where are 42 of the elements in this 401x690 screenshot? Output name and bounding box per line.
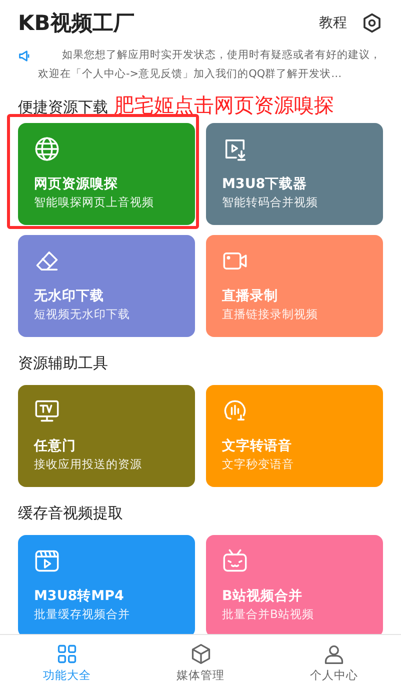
- card-title: 任意门: [34, 437, 76, 455]
- notice-text: 如果您想了解应用时实开发状态，使用时有疑惑或者有好的建议，欢迎在「个人中心->意见反馈」加入我们的QQ群了解开发状…: [38, 48, 382, 82]
- tutorial-link[interactable]: 教程: [319, 14, 347, 32]
- cube-icon: [190, 642, 212, 665]
- nav-tab[interactable]: 媒体管理: [134, 635, 268, 690]
- card-subtitle: 接收应用投送的资源: [34, 456, 142, 473]
- tv-face-icon: [222, 548, 248, 574]
- nav-tab[interactable]: 功能大全: [0, 635, 134, 690]
- globe-icon: [34, 136, 60, 162]
- feature-card[interactable]: 无水印下载 短视频无水印下载: [18, 235, 195, 337]
- feature-card[interactable]: 文字转语音 文字秒变语音: [206, 385, 383, 487]
- card-subtitle: 智能嗅探网页上音视频: [34, 194, 154, 211]
- card-subtitle: 智能转码合并视频: [222, 194, 318, 211]
- card-subtitle: 文字秒变语音: [222, 456, 294, 473]
- section-title: 便捷资源下载: [18, 98, 108, 117]
- section-title: 缓存音视频提取: [18, 504, 123, 523]
- grid-icon: [56, 642, 78, 665]
- card-title: M3U8下载器: [222, 175, 308, 193]
- card-title: 网页资源嗅探: [34, 175, 118, 193]
- feature-card[interactable]: 网页资源嗅探 智能嗅探网页上音视频: [18, 123, 195, 225]
- card-subtitle: 短视频无水印下载: [34, 306, 130, 323]
- person-icon: [323, 642, 346, 665]
- card-subtitle: 直播链接录制视频: [222, 306, 318, 323]
- tv-icon: [34, 398, 60, 424]
- card-title: 无水印下载: [34, 287, 104, 305]
- card-subtitle: 批量合并B站视频: [222, 606, 314, 623]
- section-title: 资源辅助工具: [18, 354, 108, 373]
- card-title: B站视频合并: [222, 587, 302, 605]
- settings-icon[interactable]: [361, 12, 383, 34]
- feature-card[interactable]: 任意门 接收应用投送的资源: [18, 385, 195, 487]
- card-title: M3U8转MP4: [34, 587, 124, 605]
- feature-card[interactable]: M3U8下载器 智能转码合并视频: [206, 123, 383, 225]
- feature-card[interactable]: 直播录制 直播链接录制视频: [206, 235, 383, 337]
- film-play-icon: [34, 548, 60, 574]
- card-subtitle: 批量缓存视频合并: [34, 606, 130, 623]
- app-title: KB视频工厂: [18, 10, 134, 37]
- megaphone-icon: [18, 49, 32, 63]
- card-title: 直播录制: [222, 287, 278, 305]
- card-title: 文字转语音: [222, 437, 292, 455]
- nav-tab[interactable]: 个人中心: [267, 635, 401, 690]
- feature-card[interactable]: M3U8转MP4 批量缓存视频合并: [18, 535, 195, 634]
- feature-card[interactable]: B站视频合并 批量合并B站视频: [206, 535, 383, 634]
